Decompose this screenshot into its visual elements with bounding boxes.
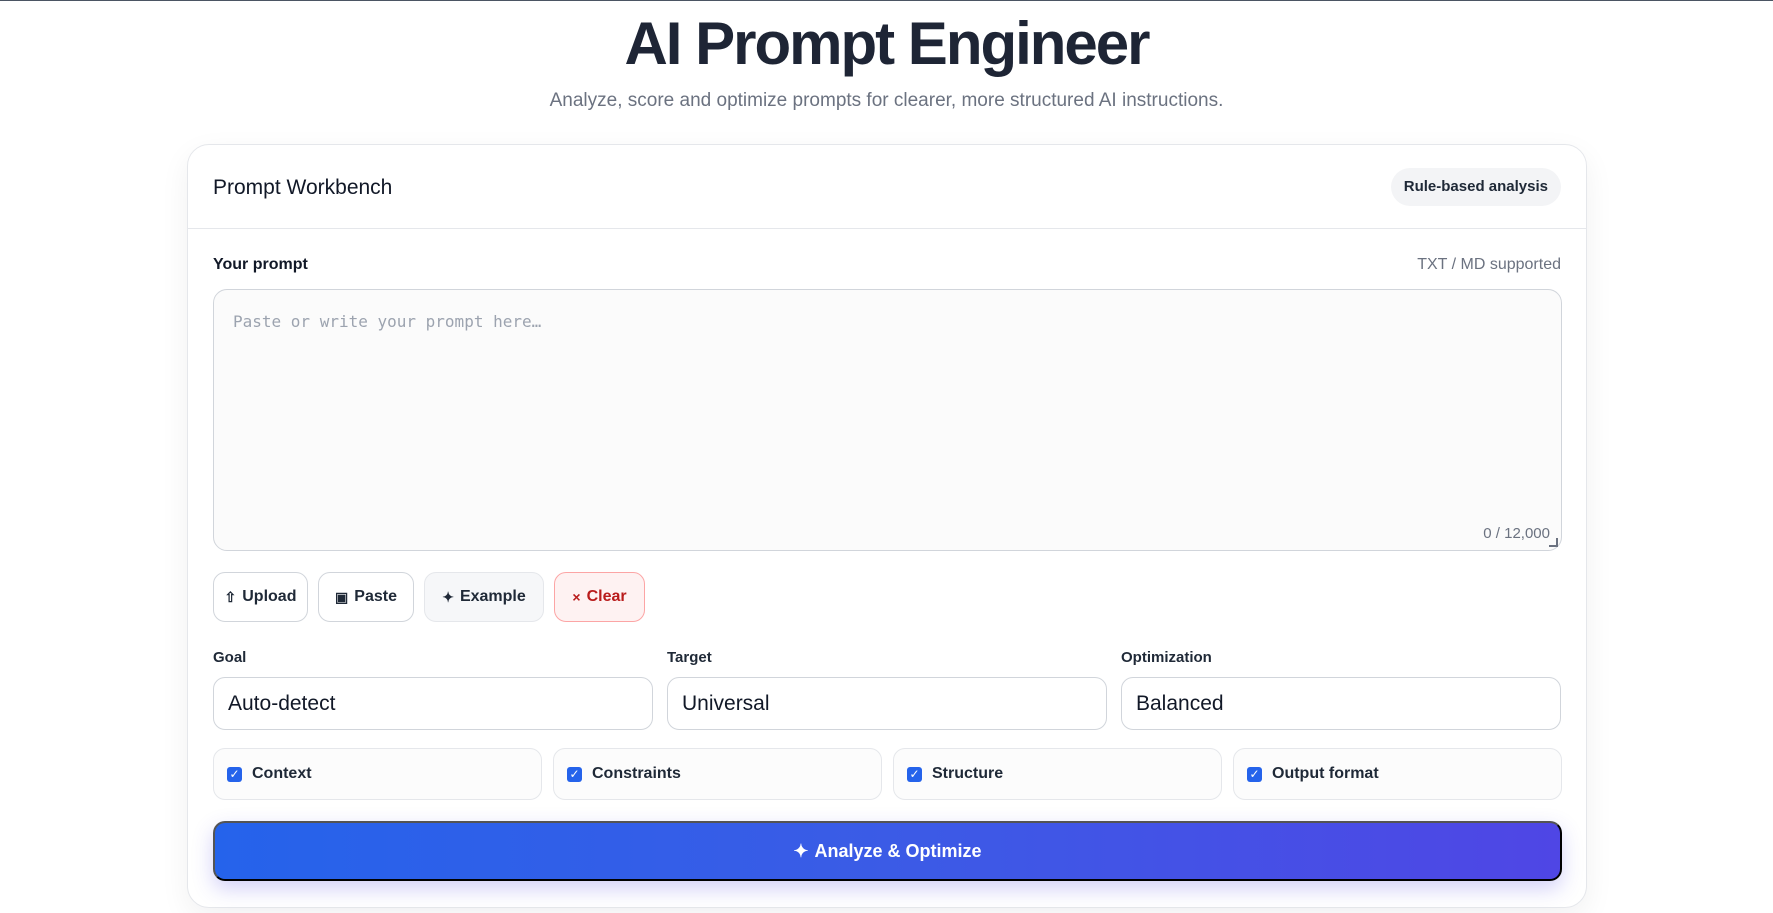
example-button-label: Example — [459, 588, 526, 605]
sparkle-icon: ✦ — [793, 840, 809, 861]
upload-button[interactable]: ⇧ Upload — [213, 572, 308, 622]
char-counter: 0 / 12,000 — [1483, 525, 1550, 542]
optimization-label: Optimization — [1121, 649, 1212, 666]
context-label: Context — [252, 765, 312, 782]
option-constraints[interactable]: ✓ Constraints — [553, 748, 882, 800]
option-structure[interactable]: ✓ Structure — [893, 748, 1222, 800]
option-output-format[interactable]: ✓ Output format — [1233, 748, 1562, 800]
prompt-textarea[interactable] — [214, 290, 1561, 550]
prompt-label: Your prompt — [213, 256, 308, 273]
clear-button[interactable]: × Clear — [554, 572, 645, 622]
output-format-checkbox[interactable]: ✓ — [1247, 766, 1262, 782]
clear-button-label: Clear — [586, 588, 627, 605]
card-title: Prompt Workbench — [213, 176, 393, 199]
structure-checkbox[interactable]: ✓ — [907, 766, 922, 782]
constraints-label: Constraints — [592, 765, 681, 782]
constraints-checkbox[interactable]: ✓ — [567, 766, 582, 782]
optimization-select[interactable]: Balanced — [1121, 677, 1561, 730]
sparkle-icon: ✦ — [442, 588, 454, 605]
card-header: Prompt Workbench Rule-based analysis — [188, 145, 1586, 229]
context-checkbox[interactable]: ✓ — [227, 766, 242, 782]
output-format-label: Output format — [1272, 765, 1379, 782]
clipboard-icon: ▣ — [335, 588, 349, 605]
analysis-mode-badge: Rule-based analysis — [1390, 168, 1561, 206]
example-button[interactable]: ✦ Example — [424, 572, 544, 622]
target-select[interactable]: Universal — [667, 677, 1107, 730]
goal-label: Goal — [213, 649, 247, 666]
option-context[interactable]: ✓ Context — [213, 748, 542, 800]
upload-icon: ⇧ — [224, 588, 237, 605]
app-title: AI Prompt Engineer — [624, 10, 1150, 77]
goal-select[interactable]: Auto-detect — [213, 677, 653, 730]
paste-button-label: Paste — [354, 588, 397, 605]
prompt-box: 0 / 12,000 — [213, 289, 1562, 551]
structure-label: Structure — [932, 765, 1004, 782]
analyze-optimize-label: Analyze & Optimize — [814, 840, 982, 861]
app-subtitle: Analyze, score and optimize prompts for … — [549, 90, 1224, 111]
prompt-workbench-card: Prompt Workbench Rule-based analysis You… — [187, 144, 1587, 908]
analyze-optimize-button[interactable]: ✦ Analyze & Optimize — [213, 821, 1562, 881]
file-types-hint: TXT / MD supported — [1417, 256, 1561, 273]
target-label: Target — [667, 649, 712, 666]
paste-button[interactable]: ▣ Paste — [318, 572, 414, 622]
upload-button-label: Upload — [242, 588, 297, 605]
close-icon: × — [572, 589, 581, 605]
resize-handle-icon[interactable] — [1549, 538, 1558, 547]
